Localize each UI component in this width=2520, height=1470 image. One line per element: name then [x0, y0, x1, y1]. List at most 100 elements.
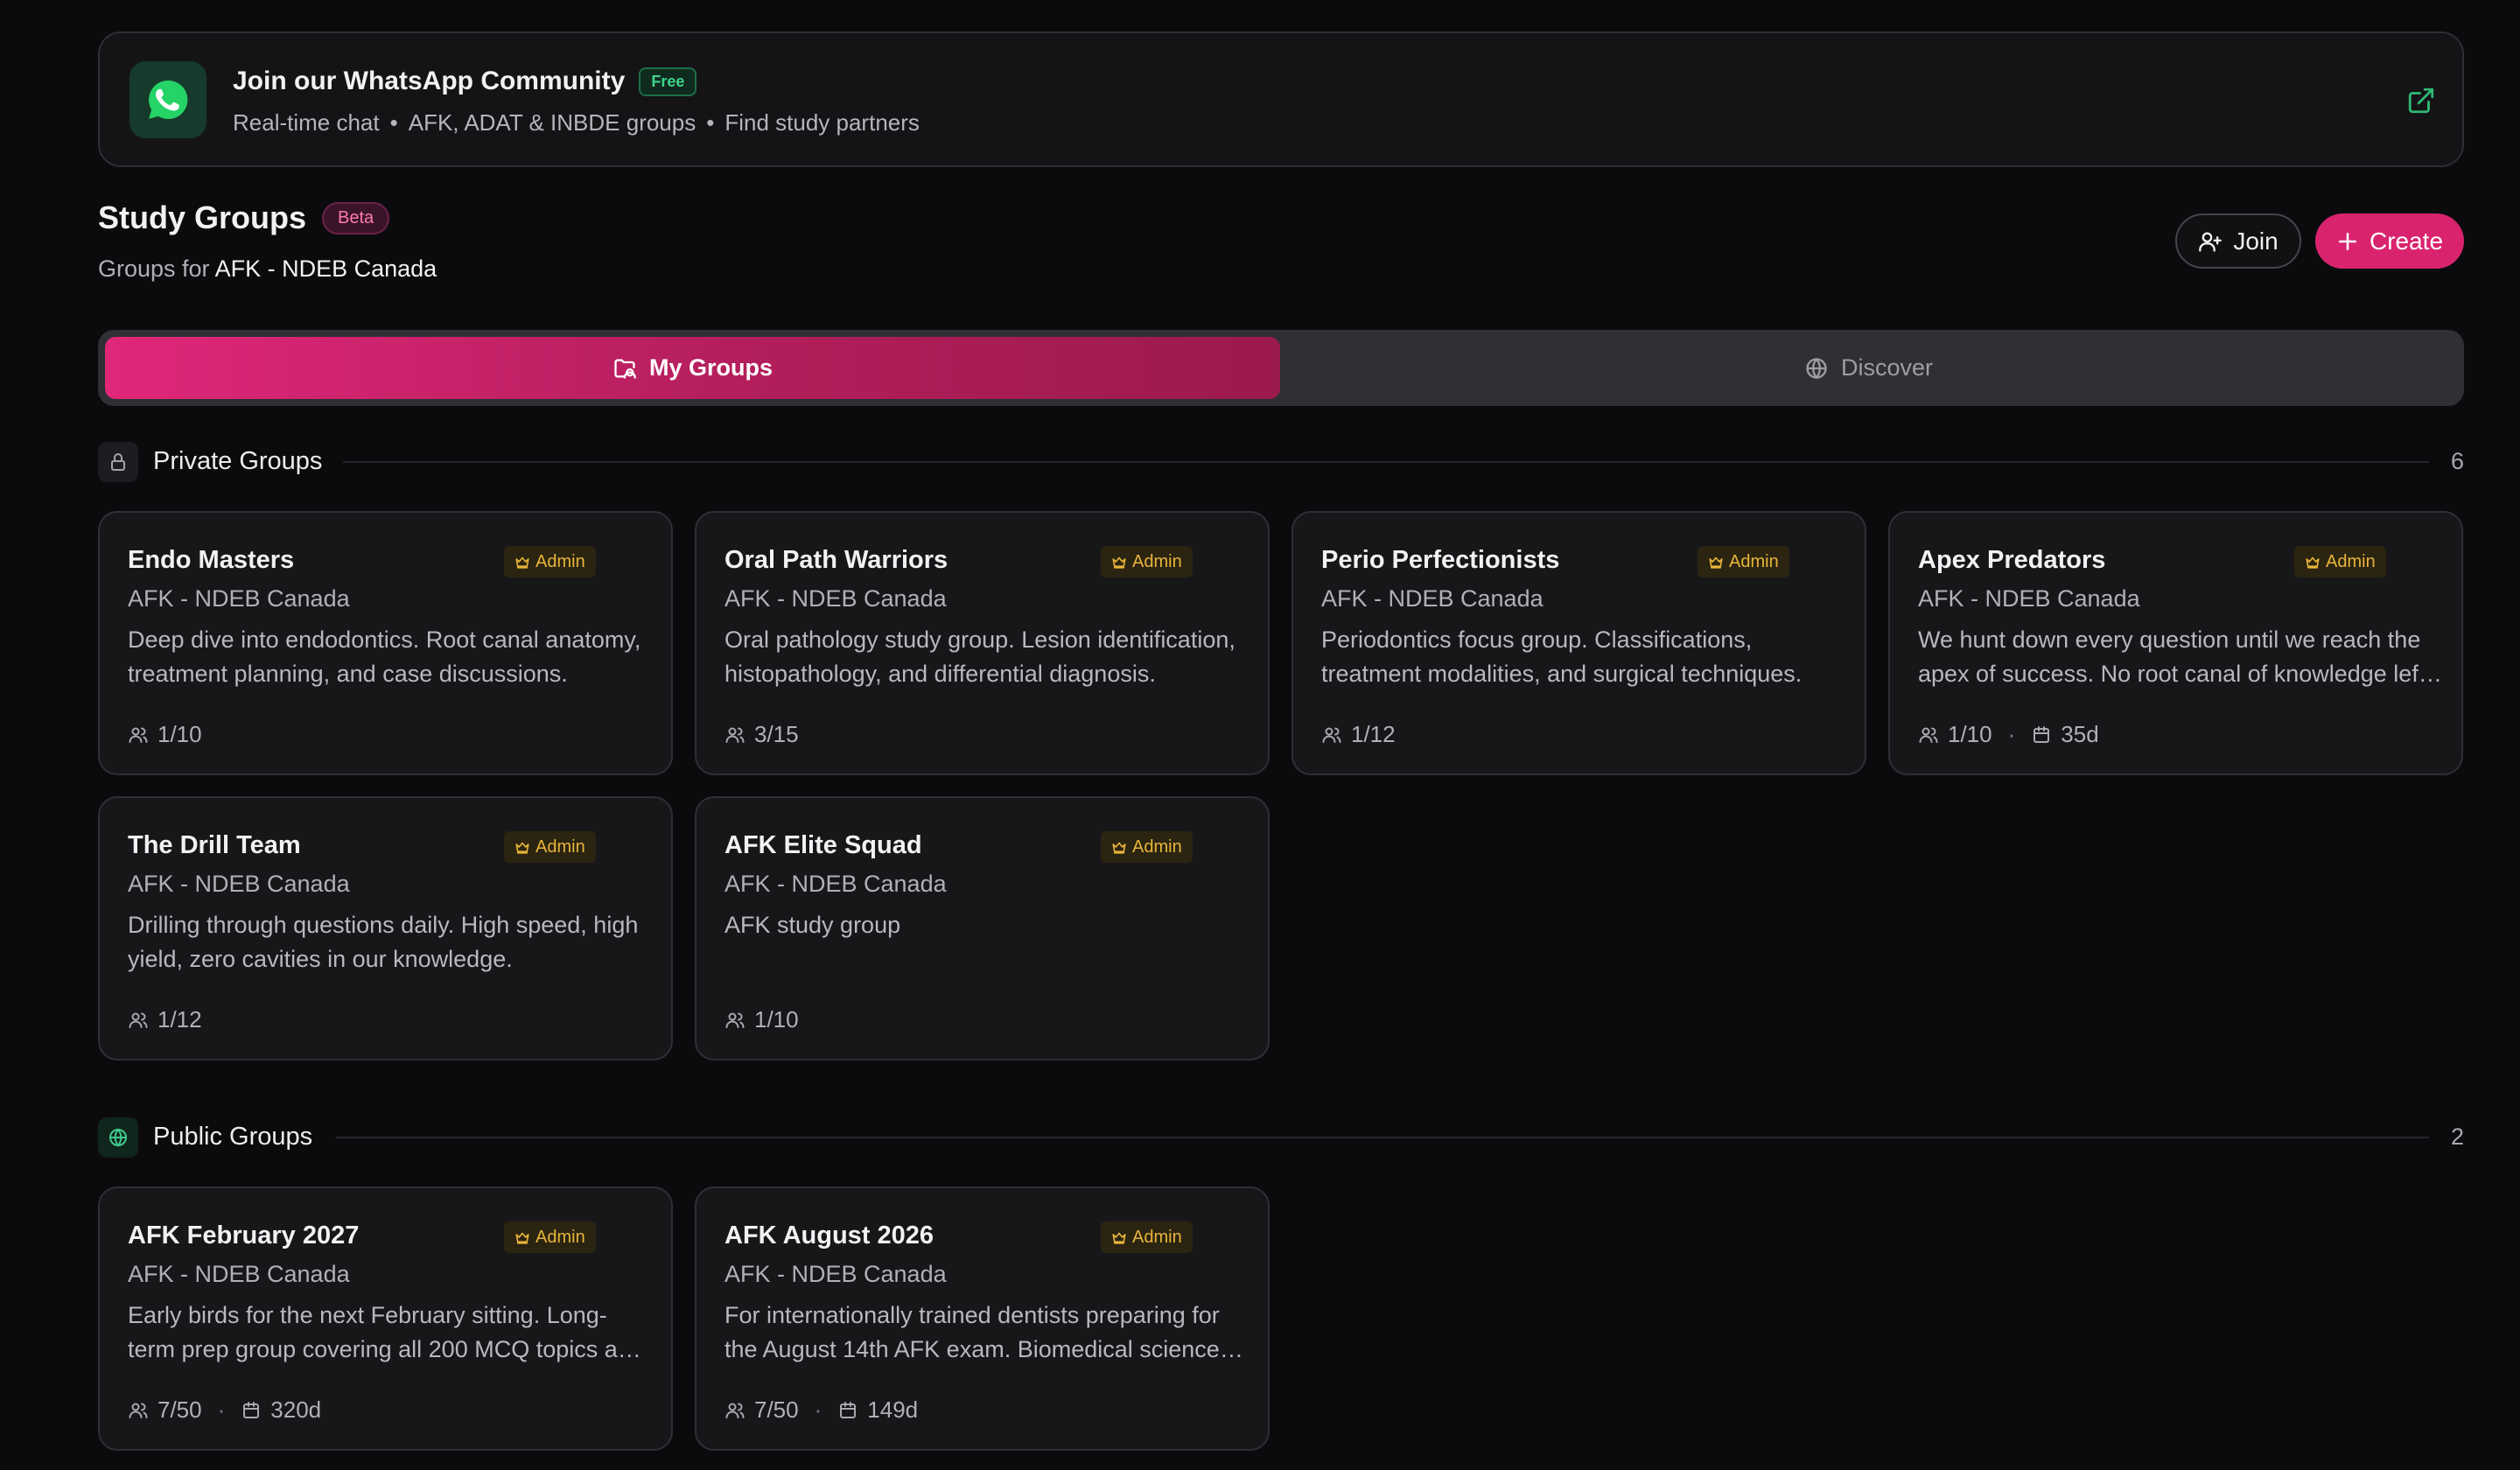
users-icon	[724, 724, 746, 746]
member-count: 1/10	[754, 1006, 799, 1032]
crown-icon	[514, 554, 530, 570]
folder-icon	[612, 356, 637, 381]
private-groups-count: 6	[2450, 448, 2464, 474]
group-description: AFK study group	[724, 912, 901, 938]
group-meta: 1/10 · 35d	[1918, 721, 2099, 748]
group-meta: 7/50 · 320d	[128, 1396, 321, 1424]
admin-badge: Admin	[504, 546, 596, 578]
create-button[interactable]: Create	[2315, 214, 2464, 269]
divider	[336, 1137, 2429, 1138]
tab-my-groups[interactable]: My Groups	[105, 337, 1280, 399]
banner-subtitle: Real-time chat • AFK, ADAT & INBDE groups •…	[233, 109, 920, 136]
users-icon	[128, 724, 149, 746]
public-group-card[interactable]: AFK August 2026 Admin AFK - NDEB Canada …	[695, 1186, 1270, 1451]
public-groups-heading: Public Groups	[153, 1123, 313, 1151]
group-category: AFK - NDEB Canada	[128, 871, 350, 897]
admin-badge: Admin	[504, 831, 596, 863]
group-category: AFK - NDEB Canada	[1918, 585, 2140, 612]
group-title: AFK Elite Squad	[724, 831, 922, 859]
group-category: AFK - NDEB Canada	[724, 585, 947, 612]
tab-discover[interactable]: Discover	[1280, 337, 2457, 399]
days-remaining: · 149d	[814, 1396, 919, 1423]
page-title: Study Groups Beta	[98, 200, 390, 236]
page-subtitle: Groups for AFK - NDEB Canada	[98, 256, 438, 282]
private-group-card[interactable]: Perio Perfectionists Admin AFK - NDEB Ca…	[1292, 511, 1866, 775]
member-count: 7/50	[754, 1396, 799, 1423]
admin-badge: Admin	[1101, 546, 1193, 578]
users-icon	[128, 1400, 149, 1421]
admin-badge: Admin	[1698, 546, 1789, 578]
group-title: AFK August 2026	[724, 1222, 934, 1250]
free-badge: Free	[639, 66, 697, 96]
member-count: 1/12	[158, 1006, 202, 1032]
group-description: Deep dive into endodontics. Root canal a…	[128, 626, 641, 687]
beta-badge: Beta	[322, 201, 390, 234]
banner-title: Join our WhatsApp Community Free	[233, 66, 697, 96]
group-meta: 1/12	[128, 1006, 202, 1033]
admin-badge: Admin	[504, 1222, 596, 1253]
member-count: 1/12	[1351, 721, 1396, 747]
users-icon	[724, 1400, 746, 1421]
group-description: Oral pathology study group. Lesion ident…	[724, 626, 1236, 687]
private-group-card[interactable]: AFK Elite Squad Admin AFK - NDEB Canada …	[695, 796, 1270, 1060]
group-category: AFK - NDEB Canada	[724, 1261, 947, 1287]
private-groups-heading: Private Groups	[153, 447, 323, 475]
group-meta: 1/12	[1321, 721, 1396, 748]
public-group-card[interactable]: AFK February 2027 Admin AFK - NDEB Canad…	[98, 1186, 673, 1451]
group-description: Periodontics focus group. Classification…	[1321, 626, 1802, 687]
crown-icon	[1111, 839, 1127, 855]
admin-badge: Admin	[2294, 546, 2386, 578]
group-description: Early birds for the next February sittin…	[128, 1302, 644, 1362]
admin-badge: Admin	[1101, 831, 1193, 863]
group-title: The Drill Team	[128, 831, 301, 859]
group-meta: 1/10	[724, 1006, 799, 1033]
lock-icon	[98, 442, 138, 482]
users-icon	[724, 1010, 746, 1031]
group-title: AFK February 2027	[128, 1222, 360, 1250]
whatsapp-community-banner[interactable]: Join our WhatsApp Community Free Real-ti…	[98, 32, 2464, 167]
user-plus-icon	[2198, 229, 2222, 254]
globe-icon	[1804, 356, 1829, 381]
private-group-card[interactable]: Oral Path Warriors Admin AFK - NDEB Cana…	[695, 511, 1270, 775]
users-icon	[1918, 724, 1939, 746]
group-title: Oral Path Warriors	[724, 546, 948, 574]
member-count: 1/10	[158, 721, 202, 747]
group-category: AFK - NDEB Canada	[724, 871, 947, 897]
public-groups-count: 2	[2450, 1124, 2464, 1150]
group-title: Apex Predators	[1918, 546, 2106, 574]
admin-badge: Admin	[1101, 1222, 1193, 1253]
users-icon	[1321, 724, 1342, 746]
private-group-card[interactable]: The Drill Team Admin AFK - NDEB Canada D…	[98, 796, 673, 1060]
group-title: Perio Perfectionists	[1321, 546, 1560, 574]
group-meta: 3/15	[724, 721, 799, 748]
calendar-icon	[837, 1400, 858, 1421]
group-tabs: My Groups Discover	[98, 330, 2464, 406]
member-count: 7/50	[158, 1396, 202, 1423]
private-group-card[interactable]: Apex Predators Admin AFK - NDEB Canada W…	[1888, 511, 2463, 775]
days-remaining: · 35d	[2007, 721, 2099, 747]
calendar-icon	[241, 1400, 262, 1421]
globe-icon	[98, 1117, 138, 1158]
divider	[343, 461, 2429, 463]
crown-icon	[1708, 554, 1724, 570]
group-category: AFK - NDEB Canada	[1321, 585, 1544, 612]
calendar-icon	[2031, 724, 2052, 746]
days-remaining: · 320d	[217, 1396, 322, 1423]
member-count: 1/10	[1948, 721, 1992, 747]
crown-icon	[1111, 1229, 1127, 1245]
member-count: 3/15	[754, 721, 799, 747]
crown-icon	[514, 1229, 530, 1245]
crown-icon	[514, 839, 530, 855]
plus-icon	[2336, 230, 2359, 253]
group-title: Endo Masters	[128, 546, 295, 574]
group-meta: 1/10	[128, 721, 202, 748]
group-description: Drilling through questions daily. High s…	[128, 912, 639, 972]
crown-icon	[1111, 554, 1127, 570]
group-category: AFK - NDEB Canada	[128, 585, 350, 612]
external-link-icon[interactable]	[2406, 86, 2436, 116]
group-description: We hunt down every question until we rea…	[1918, 626, 2426, 687]
users-icon	[128, 1010, 149, 1031]
crown-icon	[2305, 554, 2320, 570]
private-group-card[interactable]: Endo Masters Admin AFK - NDEB Canada Dee…	[98, 511, 673, 775]
join-button[interactable]: Join	[2175, 214, 2301, 269]
